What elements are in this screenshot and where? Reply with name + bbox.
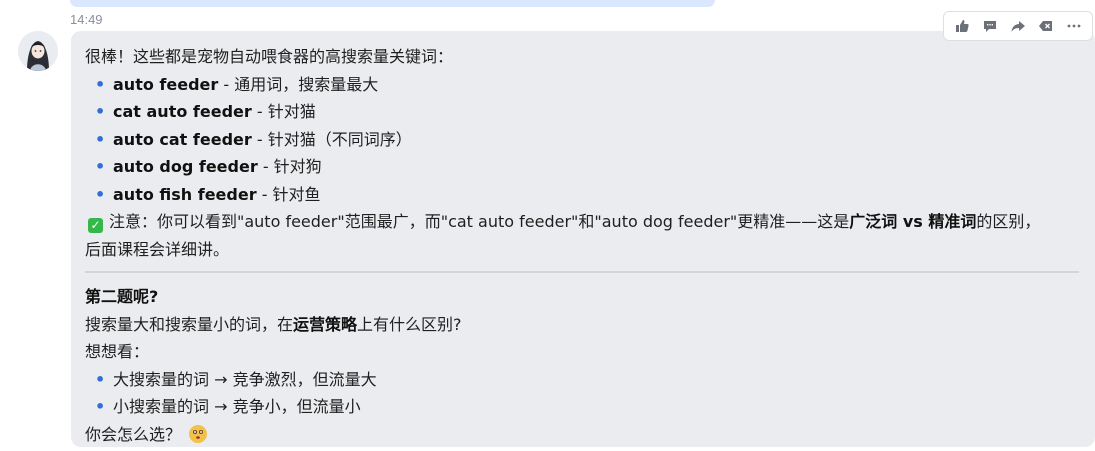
backspace-icon[interactable] [1034, 14, 1058, 38]
question-title: 第二题呢? [85, 287, 159, 306]
bullet-icon: • [95, 129, 106, 149]
keyword-item: • cat auto feeder - 针对猫 [85, 98, 1079, 126]
share-icon[interactable] [1006, 14, 1030, 38]
option-item: • 小搜索量的词 → 竞争小，但流量小 [85, 393, 1079, 421]
bullet-icon: • [95, 102, 106, 121]
keyword-item: • auto feeder - 通用词，搜索量最大 [85, 71, 1079, 99]
bullet-icon: • [95, 397, 106, 416]
assistant-message-bubble: 很棒！这些都是宠物自动喂食器的高搜索量关键词： • auto feeder - 通… [71, 31, 1095, 447]
note-line-2: 后面课程会详细讲。 [85, 239, 230, 259]
message-timestamp: 14:49 [70, 12, 103, 27]
question-prompt: 想想看： [85, 342, 150, 361]
keyword-item: • auto fish feeder - 针对鱼 [85, 181, 1079, 209]
thumbs-up-icon[interactable] [950, 14, 974, 38]
avatar[interactable] [18, 31, 58, 71]
thinking-face-emoji-icon [189, 424, 208, 443]
bullet-icon: • [95, 74, 106, 94]
avatar-image [18, 31, 58, 71]
check-mark-icon: ✓ [88, 218, 103, 233]
note-line: ✓ 注意：你可以看到"auto feeder"范围最广，而"cat auto fe… [85, 208, 1079, 236]
keyword-item: • auto cat feeder - 针对猫（不同词序） [85, 126, 1079, 154]
comment-icon[interactable] [978, 14, 1002, 38]
bullet-icon: • [95, 184, 106, 204]
keyword-item: • auto dog feeder - 针对狗 [85, 153, 1079, 181]
more-icon[interactable] [1062, 14, 1086, 38]
message-intro: 很棒！这些都是宠物自动喂食器的高搜索量关键词： [85, 47, 454, 66]
question-text: 搜索量大和搜索量小的词，在运营策略上有什么区别? [85, 314, 462, 334]
divider [85, 271, 1079, 273]
bullet-icon: • [95, 157, 106, 176]
bullet-icon: • [95, 369, 106, 389]
previous-message-strip [70, 0, 715, 7]
closing-line: 你会怎么选？ [85, 421, 1079, 449]
message-action-toolbar [943, 11, 1093, 41]
option-item: • 大搜索量的词 → 竞争激烈，但流量大 [85, 366, 1079, 394]
